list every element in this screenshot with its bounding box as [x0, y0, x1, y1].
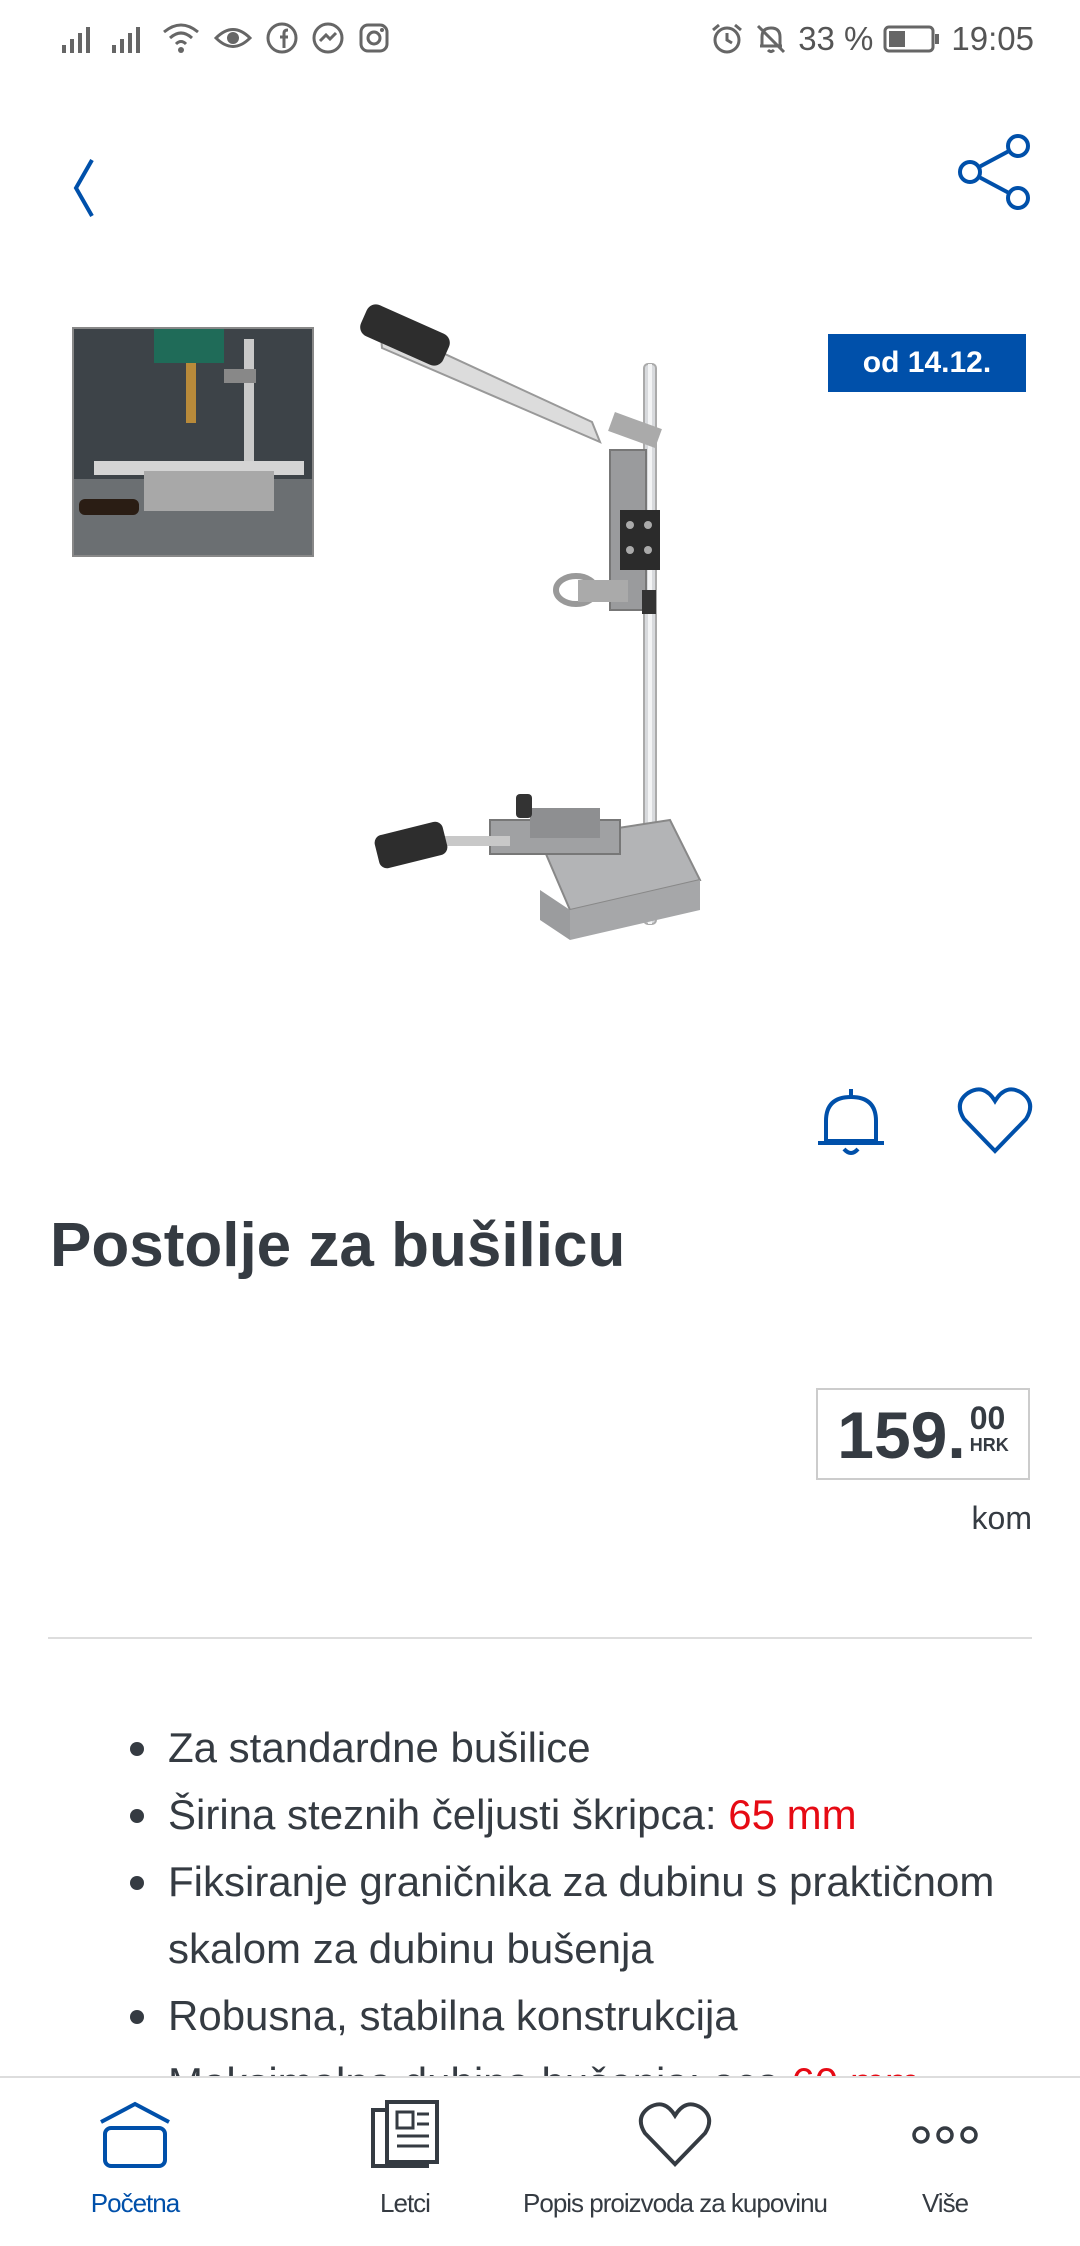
price-side: 00 HRK	[970, 1402, 1009, 1456]
bell-icon[interactable]	[814, 1085, 888, 1159]
top-bar	[0, 110, 1080, 230]
chevron-left-icon[interactable]	[62, 130, 112, 220]
heart-icon	[638, 2102, 712, 2167]
status-bar: 33 % 19:05	[0, 0, 1080, 86]
status-bar-right: 33 % 19:05	[710, 20, 1034, 58]
price-currency: HRK	[969, 1435, 1009, 1455]
nav-label: Popis proizvoda za kupovinu	[523, 2188, 828, 2218]
mute-icon	[757, 24, 786, 54]
battery-percent: 33 %	[798, 20, 874, 57]
nav-item-home[interactable]: Početna	[80, 2100, 190, 2219]
facebook-icon	[266, 22, 298, 54]
divider	[48, 1637, 1032, 1639]
price-cents: 00	[969, 1400, 1006, 1436]
feature-text: Za standardne bušilice	[168, 1724, 591, 1771]
feature-text: Fiksiranje graničnika za dubinu s prakti…	[168, 1858, 995, 1972]
battery-icon	[883, 25, 940, 53]
date-badge: od 14.12.	[828, 334, 1026, 392]
drill-stand-in-use-image	[74, 329, 312, 555]
nav-item-shopping-list[interactable]: Popis proizvoda za kupovinu	[523, 2100, 828, 2219]
price-main: 159.	[837, 1398, 966, 1472]
feature-text: Širina steznih čeljusti škripca:	[168, 1791, 729, 1838]
share-icon[interactable]	[956, 132, 1036, 212]
instagram-icon	[359, 23, 389, 53]
nav-item-leaflets[interactable]: Letci	[350, 2100, 460, 2219]
list-item: Fiksiranje graničnika za dubinu s prakti…	[120, 1848, 1000, 1982]
feature-list: Za standardne bušilice Širina steznih če…	[120, 1714, 1000, 2116]
more-icon	[912, 2126, 978, 2144]
messenger-icon	[312, 22, 344, 54]
price-box: 159. 00 HRK	[816, 1388, 1030, 1480]
product-title: Postolje za bušilicu	[50, 1211, 626, 1280]
drill-stand-product-image[interactable]	[330, 300, 770, 1000]
nav-item-more[interactable]: Više	[890, 2100, 1000, 2219]
heart-icon[interactable]	[956, 1085, 1034, 1157]
alarm-icon	[712, 23, 743, 54]
list-item: Za standardne bušilice	[120, 1714, 1000, 1781]
price-unit: kom	[971, 1500, 1032, 1536]
feature-text: Robusna, stabilna konstrukcija	[168, 1992, 738, 2039]
signal-icon	[62, 27, 90, 53]
leaflet-icon	[371, 2100, 439, 2168]
feature-highlight: 65 mm	[728, 1791, 857, 1838]
list-item: Robusna, stabilna konstrukcija	[120, 1982, 1000, 2049]
wifi-icon	[163, 23, 199, 53]
nav-label: Letci	[380, 2188, 431, 2218]
nav-label: Više	[921, 2188, 969, 2218]
list-item: Širina steznih čeljusti škripca: 65 mm	[120, 1781, 1000, 1848]
signal-icon	[112, 27, 140, 53]
clock: 19:05	[951, 20, 1034, 57]
bottom-nav: Početna Letci Popis proizvoda za kupovin…	[0, 2076, 1080, 2246]
nav-label: Početna	[90, 2188, 180, 2218]
product-thumbnail[interactable]	[72, 327, 314, 557]
status-bar-left	[62, 22, 390, 54]
home-icon	[100, 2101, 170, 2168]
eye-icon	[214, 28, 252, 48]
